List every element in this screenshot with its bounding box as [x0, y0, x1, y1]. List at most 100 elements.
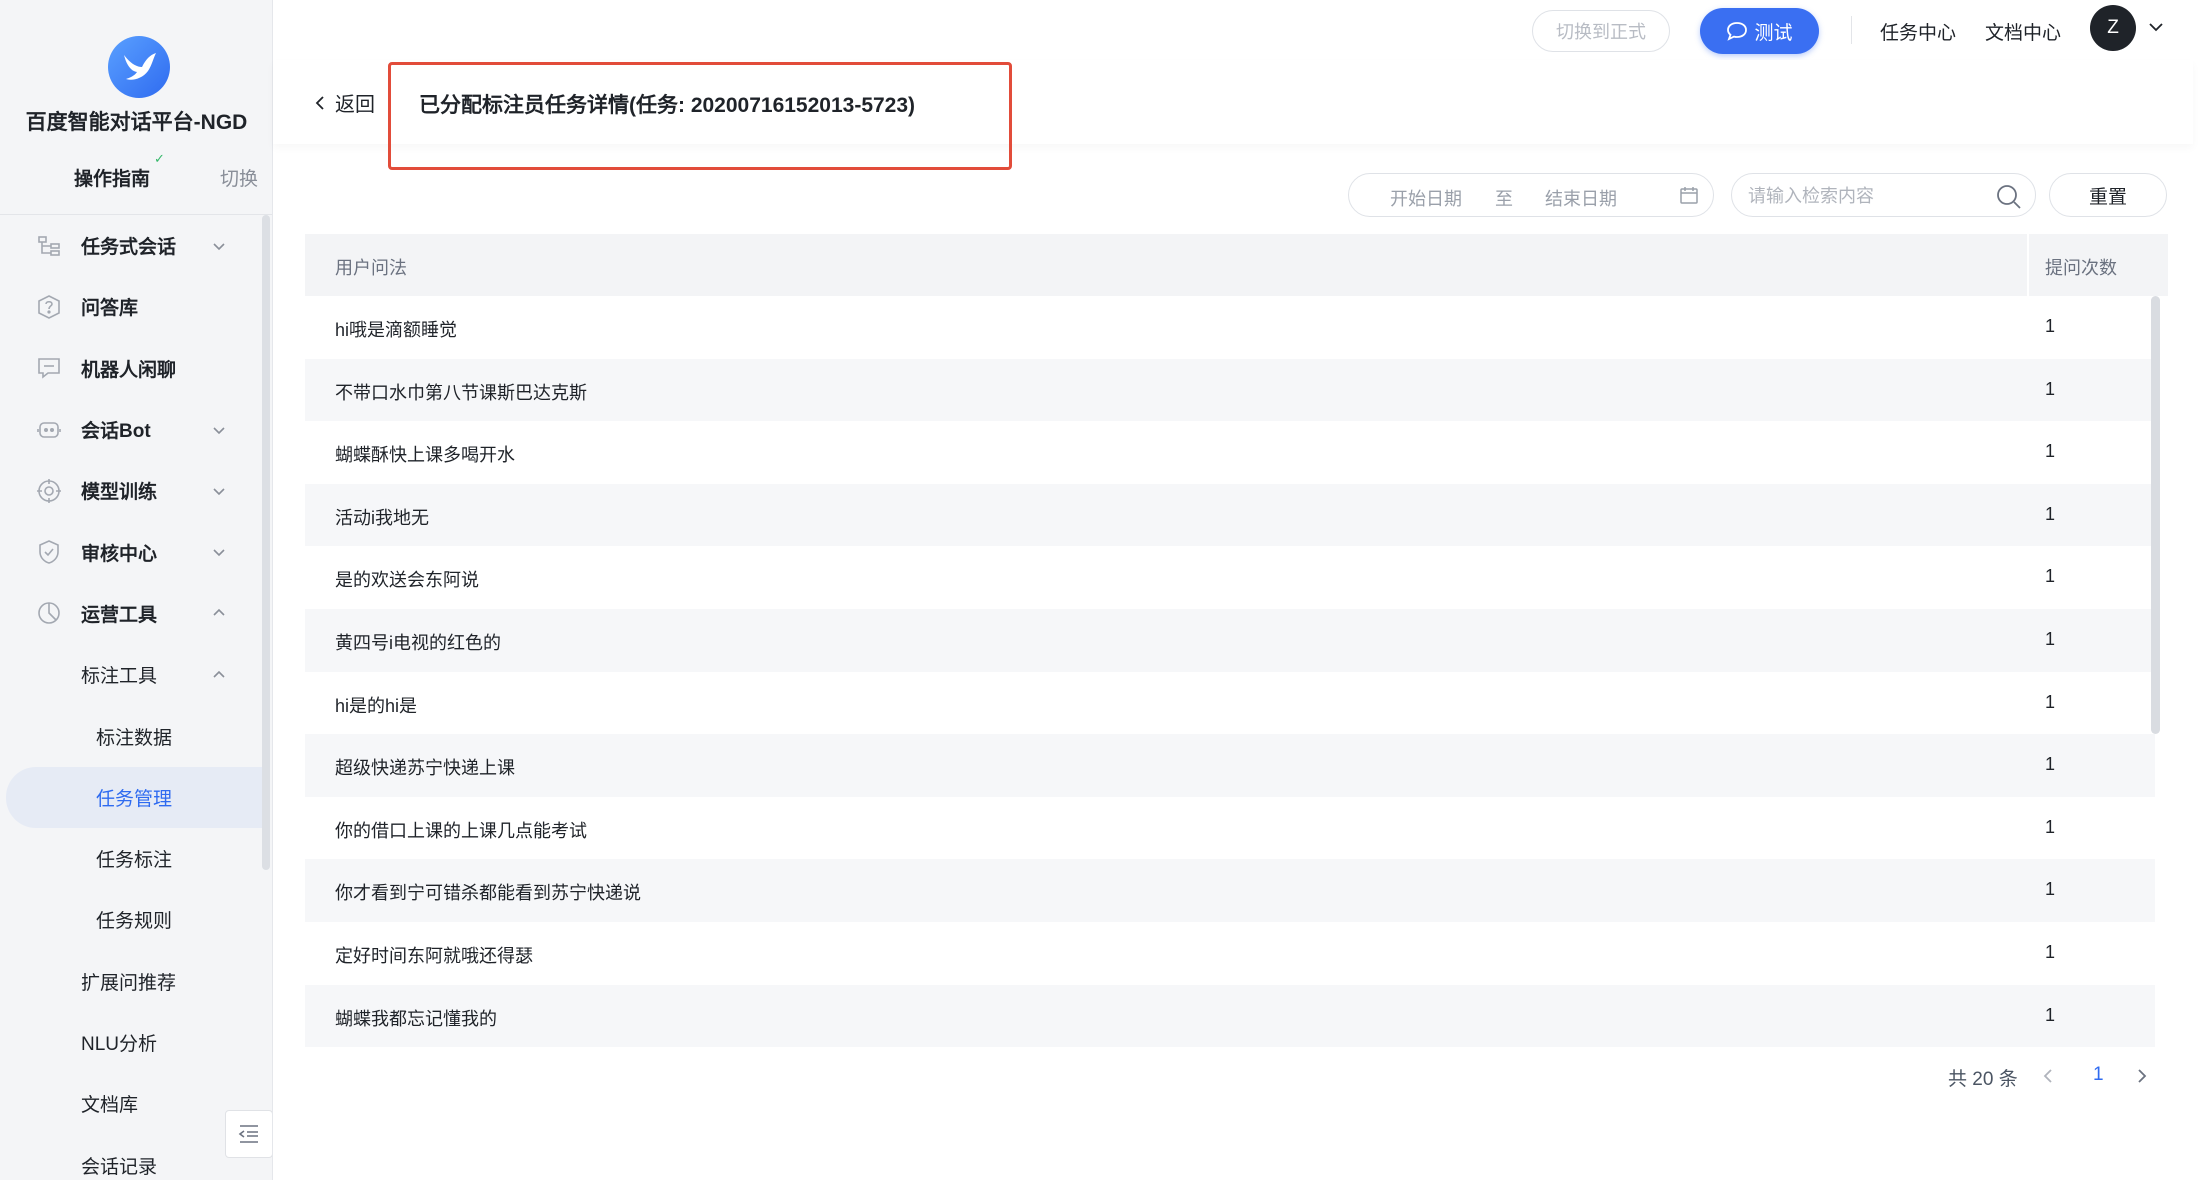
chevron-right-icon[interactable] — [2134, 1066, 2150, 1086]
switch-link[interactable]: 切换 — [220, 164, 258, 191]
question-cell: 黄四号i电视的红色的 — [335, 632, 501, 653]
date-range-picker[interactable]: 开始日期 至 结束日期 — [1348, 173, 1714, 217]
chevron-up-icon[interactable] — [210, 666, 228, 684]
back-button[interactable]: 返回 — [313, 88, 375, 117]
table-row[interactable]: hi哦是滴额睡觉 1 — [305, 296, 2155, 359]
sidebar-menu: 任务式会话 问答库 机器人闲聊 会话Bot 模型训练 审核中心 运营工具 标注工… — [0, 215, 262, 1180]
highlight-annotation-box — [388, 62, 1012, 170]
pagination-page-1[interactable]: 1 — [2093, 1064, 2104, 1086]
sidebar-item-qa[interactable]: 问答库 — [0, 276, 262, 337]
table-body: hi哦是滴额睡觉 1 不带口水巾第八节课斯巴达克斯 1 蝴蝶酥快上课多喝开水 1 活动… — [305, 296, 2155, 1097]
table-row[interactable]: 定好时间东阿就哦还得瑟 1 — [305, 922, 2155, 985]
search-icon[interactable] — [1996, 184, 2022, 210]
end-date-field[interactable]: 结束日期 — [1545, 185, 1617, 211]
sidebar-item-review[interactable]: 审核中心 — [0, 521, 262, 582]
sidebar-item-label: 运营工具 — [81, 604, 158, 626]
guide-link[interactable]: 操作指南 — [74, 164, 150, 191]
question-cell: 活动i我地无 — [335, 507, 429, 528]
doc-center-link[interactable]: 文档中心 — [1985, 18, 2061, 45]
topbar-divider — [1851, 16, 1852, 44]
sidebar-item-training[interactable]: 模型训练 — [0, 460, 262, 521]
chevron-down-icon[interactable] — [210, 482, 228, 500]
sidebar-item-doc-library[interactable]: 文档库 — [0, 1073, 262, 1134]
sidebar-item-label: 审核中心 — [81, 543, 158, 565]
search-input[interactable] — [1748, 182, 1988, 210]
task-center-link[interactable]: 任务中心 — [1880, 18, 1956, 45]
table-row[interactable]: hi是的hi是 1 — [305, 672, 2155, 735]
count-cell: 1 — [2045, 628, 2056, 649]
sidebar-item-label: 模型训练 — [81, 482, 158, 504]
calendar-icon — [1680, 187, 1698, 204]
table-row[interactable]: 蝴蝶酥快上课多喝开水 1 — [305, 421, 2155, 484]
chevron-down-icon[interactable] — [210, 543, 228, 561]
question-cell: hi哦是滴额睡觉 — [335, 320, 458, 340]
bot-icon — [35, 416, 63, 444]
back-label: 返回 — [335, 94, 375, 116]
table-row[interactable]: 蝴蝶我都忘记懂我的 1 — [305, 984, 2155, 1048]
question-cell: 蝴蝶酥快上课多喝开水 — [335, 445, 515, 466]
chevron-down-icon[interactable] — [2147, 18, 2165, 36]
sidebar-item-label: 文档库 — [81, 1095, 139, 1117]
sidebar-item-task-dialog[interactable]: 任务式会话 — [0, 215, 262, 276]
sidebar-item-session-records[interactable]: 会话记录 — [0, 1134, 262, 1180]
shield-icon — [35, 538, 63, 566]
bird-logo-icon[interactable] — [108, 36, 170, 98]
test-button[interactable]: 测试 — [1700, 8, 1819, 54]
sidebar-scrollbar[interactable] — [262, 215, 270, 870]
sidebar-item-chitchat[interactable]: 机器人闲聊 — [0, 338, 262, 399]
count-cell: 1 — [2045, 1004, 2056, 1025]
sidebar-item-label: 机器人闲聊 — [81, 359, 177, 381]
question-table: 用户问法 提问次数 hi哦是滴额睡觉 1 不带口水巾第八节课斯巴达克斯 1 蝴蝶酥快… — [305, 234, 2168, 1097]
sidebar-item-task-rules[interactable]: 任务规则 — [0, 889, 262, 950]
chevron-left-icon[interactable] — [2040, 1066, 2056, 1086]
sidebar-item-label: NLU分析 — [81, 1034, 158, 1055]
count-cell: 1 — [2045, 503, 2056, 524]
sidebar-item-label-data[interactable]: 标注数据 — [0, 705, 262, 766]
sidebar-item-label: 标注工具 — [81, 666, 158, 688]
sidebar-item-ops-tools[interactable]: 运营工具 — [0, 583, 262, 644]
collapse-sidebar-button[interactable] — [225, 1110, 272, 1158]
sidebar-item-extension-recommend[interactable]: 扩展问推荐 — [0, 951, 262, 1012]
sidebar-item-task-annotation[interactable]: 任务标注 — [0, 828, 262, 889]
sidebar-item-label-tool[interactable]: 标注工具 — [0, 644, 262, 705]
table-row[interactable]: 是的欢送会东阿说 1 — [305, 546, 2155, 609]
chevron-down-icon[interactable] — [210, 421, 228, 439]
switch-to-production-button[interactable]: 切换到正式 — [1532, 10, 1670, 52]
table-row[interactable]: 不带口水巾第八节课斯巴达克斯 1 — [305, 358, 2155, 422]
sidebar-item-task-management[interactable]: 任务管理 — [6, 766, 262, 828]
table-row[interactable]: 超级快递苏宁快递上课 1 — [305, 734, 2155, 797]
question-cell: 超级快递苏宁快递上课 — [335, 758, 515, 779]
table-scrollbar[interactable] — [2151, 296, 2160, 734]
reset-button[interactable]: 重置 — [2049, 173, 2167, 217]
search-box — [1731, 173, 2036, 217]
sidebar-item-label: 会话记录 — [81, 1156, 158, 1178]
avatar[interactable]: Z — [2090, 5, 2136, 51]
count-cell: 1 — [2045, 879, 2056, 900]
count-cell: 1 — [2045, 316, 2056, 336]
table-row[interactable]: 你的借口上课的上课几点能考试 1 — [305, 797, 2155, 860]
sidebar-item-label: 标注数据 — [96, 727, 173, 749]
pagination-total: 共 20 条 — [1948, 1069, 2018, 1090]
table-row[interactable]: 黄四号i电视的红色的 1 — [305, 608, 2155, 672]
count-cell: 1 — [2045, 816, 2056, 837]
sidebar-item-bot[interactable]: 会话Bot — [0, 399, 262, 460]
question-cell: 不带口水巾第八节课斯巴达克斯 — [335, 382, 587, 403]
date-range-separator: 至 — [1495, 189, 1513, 209]
sidebar-item-label: 任务规则 — [96, 911, 173, 933]
app-title: 百度智能对话平台-NGD — [25, 111, 248, 134]
chat-bubble-icon — [1727, 22, 1748, 41]
table-row[interactable]: 你才看到宁可错杀都能看到苏宁快递说 1 — [305, 859, 2155, 922]
sidebar-item-label: 任务式会话 — [81, 237, 177, 259]
chevron-up-icon[interactable] — [210, 604, 228, 622]
chevron-down-icon[interactable] — [210, 237, 228, 255]
column-divider — [2027, 234, 2029, 296]
start-date-field[interactable]: 开始日期 — [1390, 185, 1462, 211]
test-button-label: 测试 — [1754, 22, 1793, 44]
sidebar-item-label: 任务管理 — [96, 788, 173, 810]
chevron-left-icon — [315, 95, 324, 110]
sidebar: 百度智能对话平台-NGD ✓ 操作指南 切换 任务式会话 问答库 机器人闲聊 会… — [0, 0, 273, 1180]
sidebar-item-nlu-analysis[interactable]: NLU分析 — [0, 1012, 262, 1073]
table-row[interactable]: 活动i我地无 1 — [305, 483, 2155, 547]
table-row[interactable] — [305, 1047, 2155, 1097]
target-icon — [35, 477, 63, 505]
